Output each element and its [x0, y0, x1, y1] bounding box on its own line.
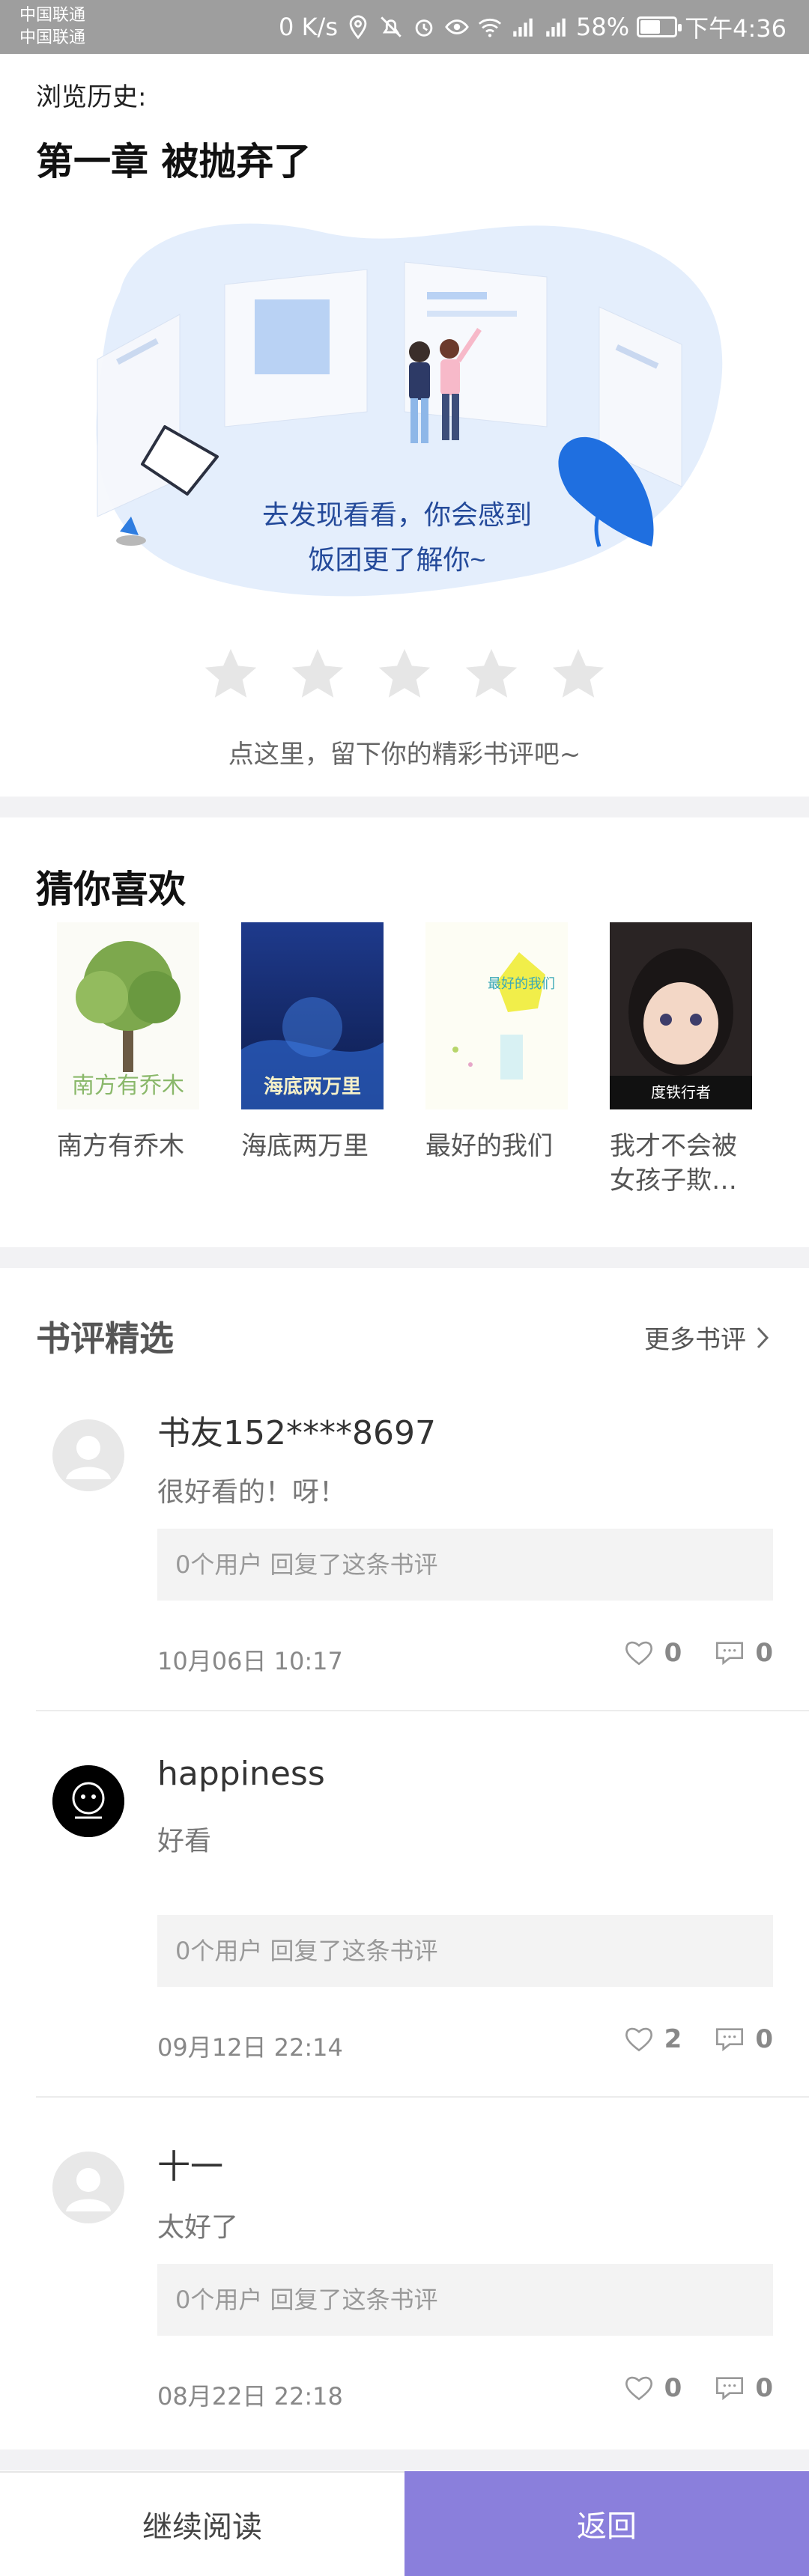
section-divider	[0, 797, 809, 817]
book-name[interactable]: 最好的我们	[425, 1129, 575, 1163]
review-author[interactable]: 十一	[157, 2140, 223, 2187]
signal-4g-icon	[513, 18, 533, 37]
star-icon[interactable]	[548, 644, 609, 705]
alarm-icon	[415, 19, 433, 37]
status-right: 0 K/s 58% 下午4:36	[279, 0, 787, 54]
battery-icon	[637, 16, 682, 37]
reply-count-box[interactable]: 0个用户 回复了这条书评	[157, 1915, 773, 1987]
reply-count-box[interactable]: 0个用户 回复了这条书评	[157, 1529, 773, 1601]
mute-icon	[381, 16, 402, 37]
default-user-icon	[66, 1436, 111, 1479]
more-reviews-link[interactable]: 更多书评	[644, 1319, 772, 1356]
rating-stars[interactable]	[0, 644, 809, 711]
star-icon[interactable]	[374, 644, 435, 705]
book-cover[interactable]: 海底两万里	[241, 922, 384, 1109]
comment-count: 0	[755, 2373, 773, 2403]
review-time: 10月06日 10:17	[157, 1647, 343, 1675]
signal-2g-icon	[546, 18, 566, 37]
like-count: 0	[664, 2373, 682, 2403]
review-author[interactable]: 书友152****8697	[157, 1406, 436, 1454]
book-name[interactable]: 海底两万里	[241, 1129, 391, 1163]
reply-count-box[interactable]: 0个用户 回复了这条书评	[157, 2264, 773, 2336]
review-text[interactable]: 很好看的！呀！	[157, 1470, 346, 1509]
section-divider	[0, 1247, 809, 1268]
section-divider	[0, 2449, 809, 2470]
comment-button[interactable]: 0	[715, 2373, 773, 2403]
location-icon	[349, 15, 367, 40]
book-item[interactable]: 南方有乔木 南方有乔木	[57, 922, 222, 1163]
book-cover-text: 最好的我们	[488, 976, 555, 991]
review-item: 书友152****8697 很好看的！呀！ 0个用户 回复了这条书评 10月06…	[0, 1392, 809, 1711]
book-cover[interactable]: 最好的我们	[425, 922, 568, 1109]
battery-fill	[640, 20, 661, 34]
recommend-books: 南方有乔木 南方有乔木 海底两万里 海底两万里 最好的我们 最好的我们 度铁行者…	[0, 922, 809, 1214]
discover-illustration[interactable]: 去发现看看，你会感到 饭团更了解你~	[75, 202, 734, 621]
like-button[interactable]: 0	[624, 1638, 682, 1668]
comment-button[interactable]: 0	[715, 2024, 773, 2054]
history-label: 浏览历史:	[36, 82, 147, 112]
review-time: 08月22日 22:18	[157, 2382, 343, 2411]
user-avatar-image	[52, 1765, 124, 1837]
default-user-icon	[66, 2168, 111, 2211]
heart-icon	[625, 2376, 652, 2401]
carrier-1: 中国联通	[19, 6, 86, 25]
more-reviews-label[interactable]: 更多书评	[644, 1319, 746, 1356]
illustration-line-1: 去发现看看，你会感到	[262, 499, 532, 530]
review-actions: 2 0	[624, 2024, 773, 2054]
comment-icon	[716, 1642, 744, 1666]
like-button[interactable]: 0	[624, 2373, 682, 2403]
like-button[interactable]: 2	[624, 2024, 682, 2054]
avatar[interactable]	[52, 1419, 124, 1491]
star-icon[interactable]	[200, 644, 261, 705]
bottom-bar: 继续阅读 返回	[0, 2471, 809, 2576]
heart-icon	[625, 1641, 652, 1666]
reviews-title: 书评精选	[36, 1318, 174, 1359]
review-actions: 0 0	[624, 1638, 773, 1668]
book-cover-text: 南方有乔木	[72, 1074, 184, 1098]
book-item[interactable]: 度铁行者 我才不会被女孩子欺…	[610, 922, 775, 1198]
review-author[interactable]: happiness	[157, 1755, 325, 1793]
continue-reading-button[interactable]: 继续阅读	[0, 2471, 404, 2576]
comment-button[interactable]: 0	[715, 1638, 773, 1668]
book-name[interactable]: 南方有乔木	[57, 1129, 207, 1163]
like-count: 2	[664, 2024, 682, 2054]
chapter-title: 第一章 被抛弃了	[36, 140, 312, 183]
review-actions: 0 0	[624, 2373, 773, 2403]
illustration-line-2: 饭团更了解你~	[308, 544, 485, 575]
review-item: happiness 好看 0个用户 回复了这条书评 09月12日 22:14 2…	[0, 1711, 809, 2098]
star-icon[interactable]	[287, 644, 348, 705]
book-name[interactable]: 我才不会被女孩子欺…	[610, 1129, 760, 1198]
book-cover[interactable]: 度铁行者	[610, 922, 752, 1109]
star-icon[interactable]	[461, 644, 522, 705]
comment-icon	[716, 2377, 744, 2401]
avatar[interactable]	[52, 2152, 124, 2223]
review-time: 09月12日 22:14	[157, 2033, 343, 2062]
carrier-2: 中国联通	[19, 28, 86, 47]
comment-icon	[716, 2028, 744, 2052]
panel-center	[224, 269, 368, 427]
network-speed: 0 K/s	[279, 13, 338, 41]
chevron-right-icon	[757, 1327, 769, 1348]
review-text[interactable]: 太好了	[157, 2205, 238, 2244]
book-cover[interactable]: 南方有乔木	[57, 922, 199, 1109]
book-cover-text: 海底两万里	[264, 1075, 361, 1097]
review-prompt[interactable]: 点这里，留下你的精彩书评吧~	[0, 734, 809, 770]
review-item: 十一 太好了 0个用户 回复了这条书评 08月22日 22:18 0 0	[0, 2098, 809, 2442]
back-button[interactable]: 返回	[404, 2471, 809, 2576]
like-count: 0	[664, 1638, 682, 1668]
battery-percent: 58%	[576, 13, 630, 41]
comment-count: 0	[755, 1638, 773, 1668]
heart-icon	[625, 2027, 652, 2052]
eye-icon	[445, 19, 469, 34]
wifi-icon	[478, 18, 502, 37]
status-bar: 中国联通 中国联通 0 K/s 58% 下午4:36	[0, 0, 809, 54]
clock: 下午4:36	[685, 14, 787, 43]
avatar[interactable]	[52, 1765, 124, 1837]
book-item[interactable]: 最好的我们 最好的我们	[425, 922, 590, 1163]
book-cover-text: 度铁行者	[651, 1084, 711, 1101]
recommend-title: 猜你喜欢	[36, 868, 186, 911]
comment-count: 0	[755, 2024, 773, 2054]
review-text[interactable]: 好看	[157, 1819, 211, 1858]
book-item[interactable]: 海底两万里 海底两万里	[241, 922, 406, 1163]
